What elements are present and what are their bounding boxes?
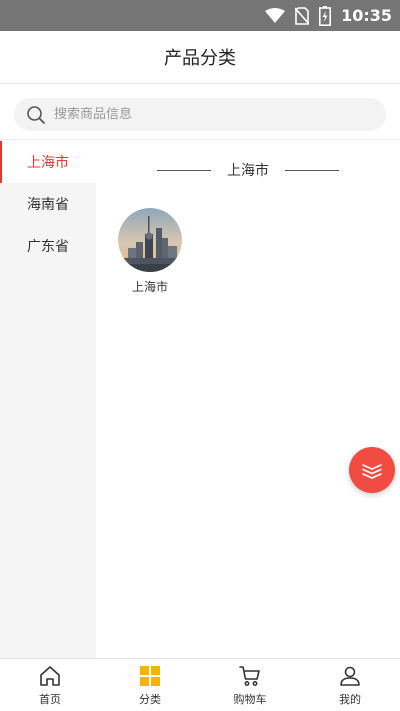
city-thumbnail — [118, 208, 182, 272]
tab-label: 分类 — [139, 692, 161, 706]
tab-label: 我的 — [339, 692, 361, 706]
user-icon — [338, 664, 362, 688]
layers-icon — [362, 464, 382, 479]
status-icons: 10:35 — [265, 0, 392, 31]
sidebar-item-label: 广东省 — [27, 239, 69, 255]
no-sim-icon — [295, 6, 310, 25]
home-icon — [38, 664, 62, 688]
search-box[interactable] — [14, 98, 386, 131]
status-time: 10:35 — [341, 6, 392, 25]
sidebar-item-label: 上海市 — [27, 155, 69, 171]
sidebar-item-shanghai[interactable]: 上海市 — [0, 141, 96, 183]
city-label: 上海市 — [131, 280, 168, 294]
category-content: 上海市 上海市 — [96, 141, 400, 658]
bottom-tab-bar: 首页 分类 购物车 我的 — [0, 658, 400, 711]
tab-label: 首页 — [39, 692, 61, 706]
tab-category[interactable]: 分类 — [100, 659, 200, 711]
section-title: 上海市 — [227, 163, 269, 179]
city-card-shanghai[interactable]: 上海市 — [118, 208, 182, 295]
search-icon — [26, 105, 46, 125]
cart-icon — [238, 664, 262, 688]
tab-profile[interactable]: 我的 — [300, 659, 400, 711]
category-sidebar: 上海市 海南省 广东省 — [0, 141, 96, 658]
sidebar-item-hainan[interactable]: 海南省 — [0, 183, 96, 225]
tab-home[interactable]: 首页 — [0, 659, 100, 711]
sidebar-item-guangdong[interactable]: 广东省 — [0, 225, 96, 267]
nav-bar: 产品分类 — [0, 31, 400, 84]
wifi-icon — [265, 7, 286, 23]
battery-charging-icon — [319, 5, 332, 26]
category-grid-icon — [138, 664, 162, 688]
section-header: 上海市 — [96, 159, 400, 181]
tab-cart[interactable]: 购物车 — [200, 659, 300, 711]
tab-label: 购物车 — [233, 692, 267, 706]
divider-right — [285, 169, 339, 171]
sidebar-item-label: 海南省 — [27, 197, 69, 213]
status-bar: 10:35 — [0, 0, 400, 31]
search-area — [0, 84, 400, 140]
floating-action-button[interactable] — [349, 447, 395, 493]
divider-left — [157, 169, 211, 171]
search-input[interactable] — [54, 107, 354, 122]
page-title: 产品分类 — [164, 48, 236, 69]
